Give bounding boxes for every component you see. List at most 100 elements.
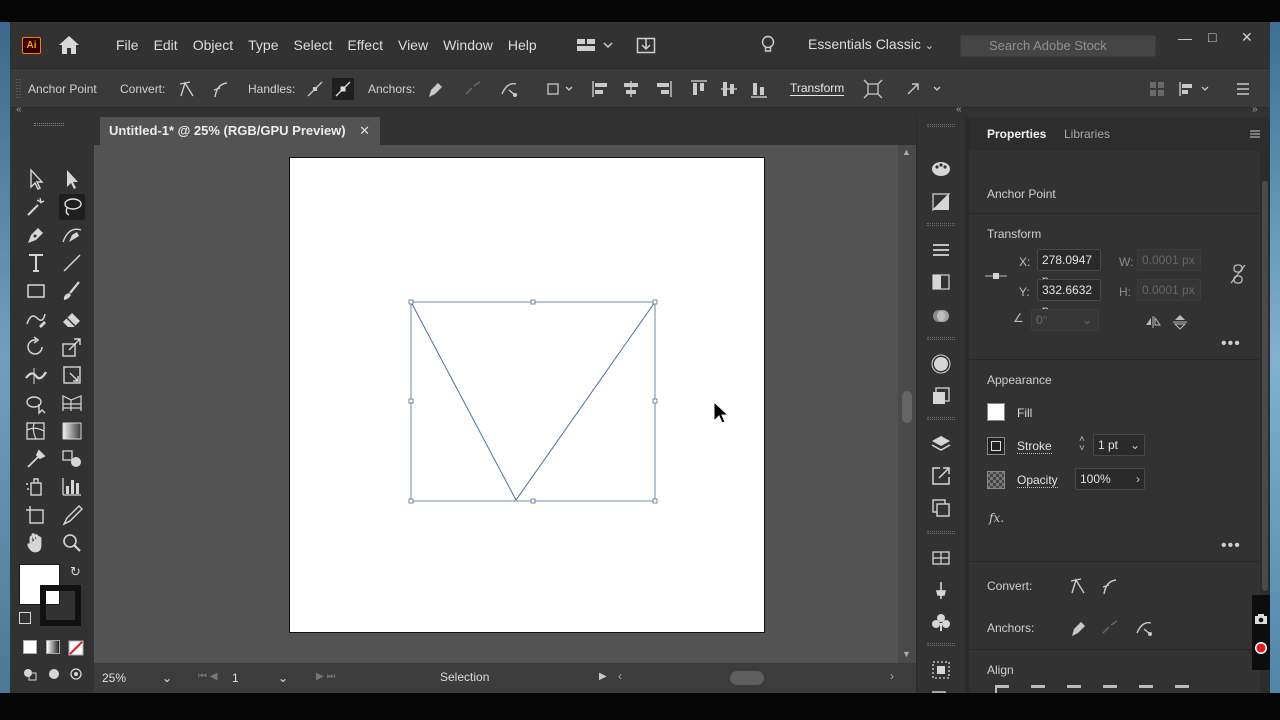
align-middle-button[interactable] [1139,685,1153,693]
panel-cut-path-icon[interactable] [1133,617,1155,639]
line-segment-tool-icon[interactable] [59,250,85,276]
stroke-link[interactable]: Stroke [1017,439,1052,454]
menu-type[interactable]: Type [248,37,278,53]
type-tool-icon[interactable] [23,250,49,276]
publish-icon[interactable] [636,36,656,54]
hide-handles-icon[interactable] [332,78,354,100]
fill-color-swatch[interactable] [987,403,1005,421]
lasso-tool-icon[interactable] [59,194,85,220]
constrain-proportions-icon[interactable] [1229,263,1247,285]
vertical-scroll-thumb[interactable] [902,391,912,423]
slice-tool-icon[interactable] [59,502,85,528]
paintbrush-tool-icon[interactable] [59,278,85,304]
align-left-button[interactable] [995,685,1009,693]
align-bottom-icon[interactable] [748,78,770,100]
current-tool-status[interactable]: Selection [440,670,489,684]
magic-wand-tool-icon[interactable] [23,194,49,220]
tools-grip[interactable] [34,123,64,126]
panel-remove-anchor-icon[interactable] [1067,617,1089,639]
opacity-link[interactable]: Opacity [1017,473,1058,488]
collapse-strip-icon[interactable]: « [956,104,962,115]
more-transform-options-icon[interactable]: ••• [1221,335,1241,353]
panel-options-icon[interactable] [1249,129,1261,139]
draw-inside-icon[interactable] [68,666,84,682]
expand-right-icon[interactable]: » [1252,104,1258,115]
draw-behind-icon[interactable] [46,666,62,682]
blend-tool-icon[interactable] [59,446,85,472]
home-icon[interactable] [58,35,80,55]
canvas[interactable] [94,145,898,663]
x-position-field[interactable]: 278.0947 p [1037,249,1101,287]
graphic-styles-icon[interactable] [930,385,952,407]
scroll-left-icon[interactable]: ‹ [618,669,622,683]
convert-to-corner-icon[interactable] [176,78,198,100]
distribute-options-icon[interactable] [1176,78,1216,100]
menu-effect[interactable]: Effect [347,37,383,53]
reference-point-icon[interactable] [983,263,1009,289]
status-menu-icon[interactable]: ▶ [599,671,607,682]
record-icon[interactable] [1254,641,1268,655]
stroke-color-swatch[interactable] [987,437,1005,455]
flip-horizontal-icon[interactable] [1144,315,1162,329]
default-colors-icon[interactable] [19,612,31,624]
stroke-swatch[interactable] [40,585,81,626]
grip-icon[interactable] [16,77,22,101]
panel-convert-smooth-icon[interactable] [1099,575,1121,597]
gradient-panel-icon[interactable] [930,271,952,293]
flip-vertical-icon[interactable] [1172,313,1188,331]
gradient-mode-button[interactable] [46,640,60,654]
align-vertical-center-icon[interactable] [718,78,740,100]
color-mode-button[interactable] [23,640,37,654]
swap-fill-stroke-icon[interactable]: ↻ [70,564,81,580]
symbols-panel-icon[interactable] [930,611,952,633]
stroke-stepper-icon[interactable]: ˄ ˅ [1079,435,1085,454]
properties-scroll-thumb[interactable] [1262,181,1268,591]
convert-to-smooth-icon[interactable] [210,78,232,100]
appearance-panel-icon[interactable] [930,353,952,375]
gradient-tool-icon[interactable] [59,418,85,444]
menu-file[interactable]: File [116,37,139,53]
symbol-sprayer-tool-icon[interactable] [23,474,49,500]
transform-link[interactable]: Transform [790,81,845,96]
align-panel-icon[interactable] [930,659,952,681]
document-tab[interactable]: Untitled-1* @ 25% (RGB/GPU Preview) ✕ [100,117,380,145]
transparency-panel-icon[interactable] [930,305,952,327]
workspace-switcher[interactable]: Essentials Classic ⌄ [808,36,934,52]
align-top-button[interactable] [1103,685,1117,693]
more-appearance-options-icon[interactable]: ••• [1221,537,1241,555]
image-trace-icon[interactable] [930,547,952,569]
none-mode-icon[interactable] [68,640,84,656]
menu-help[interactable]: Help [508,37,537,53]
align-center-button[interactable] [1031,685,1045,693]
layers-panel-icon[interactable] [930,433,952,455]
lightbulb-icon[interactable] [760,35,776,55]
camera-icon[interactable] [1254,613,1268,625]
strip-grip[interactable] [927,124,955,127]
free-transform-tool-icon[interactable] [59,362,85,388]
align-right-icon[interactable] [652,78,674,100]
scroll-right-icon[interactable]: › [890,669,894,683]
tab-libraries[interactable]: Libraries [1064,127,1110,141]
pen-tool-icon[interactable] [23,222,49,248]
align-horizontal-center-icon[interactable] [620,78,642,100]
panel-convert-corner-icon[interactable] [1067,575,1089,597]
align-right-button[interactable] [1067,685,1081,693]
width-tool-icon[interactable] [23,362,49,388]
vertical-scrollbar[interactable]: ▲ ▼ [898,145,916,663]
maximize-icon[interactable]: □ [1208,29,1216,45]
color-guide-icon[interactable] [930,157,952,179]
show-handles-icon[interactable] [304,78,326,100]
minimize-icon[interactable]: — [1178,30,1192,46]
menu-window[interactable]: Window [443,37,493,53]
column-graph-tool-icon[interactable] [59,474,85,500]
scroll-down-icon[interactable]: ▼ [902,649,911,659]
eraser-tool-icon[interactable] [59,306,85,332]
collapse-left-icon[interactable]: « [16,104,22,115]
horizontal-scroll-thumb[interactable] [730,671,764,685]
zoom-tool-icon[interactable] [59,530,85,556]
stroke-panel-icon[interactable] [930,239,952,261]
recolor-options-icon[interactable] [904,78,946,100]
menu-object[interactable]: Object [193,37,233,53]
menu-view[interactable]: View [398,37,428,53]
artboard-number-select[interactable]: 1 ⌄ [232,669,292,687]
